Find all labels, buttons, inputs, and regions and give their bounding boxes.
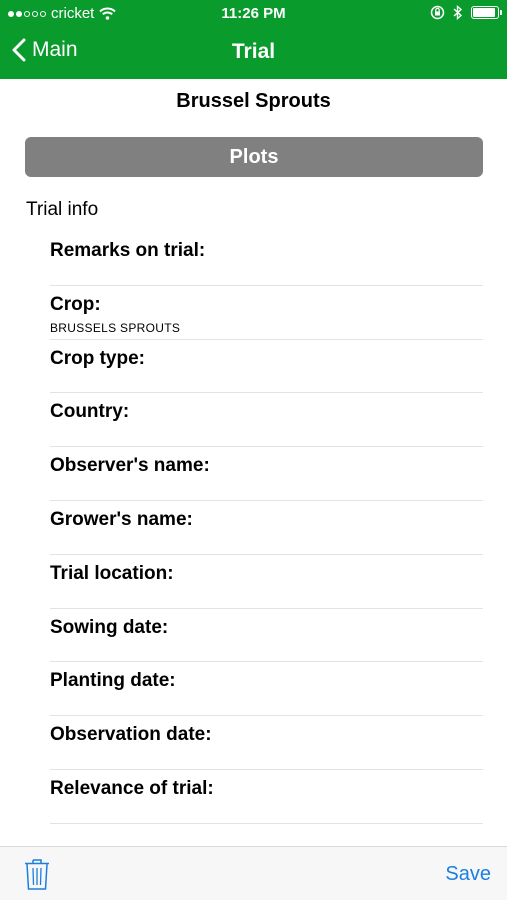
- field-label: Relevance of trial:: [50, 777, 214, 799]
- header-bar: cricket 11:26 PM Main Trial: [0, 0, 507, 79]
- field-grower-name[interactable]: Grower's name:: [50, 501, 483, 555]
- field-country[interactable]: Country:: [50, 393, 483, 448]
- field-label: Planting date:: [50, 670, 176, 692]
- field-label: Crop type:: [50, 347, 145, 369]
- save-button[interactable]: Save: [445, 863, 491, 886]
- bottom-toolbar: Save: [0, 846, 507, 900]
- field-observation-date[interactable]: Observation date:: [50, 716, 483, 770]
- field-label: Remarks on trial:: [50, 240, 206, 261]
- status-bar: cricket 11:26 PM: [0, 0, 507, 28]
- battery-icon: [471, 6, 502, 19]
- page-subtitle: Brussel Sprouts: [176, 90, 331, 112]
- status-right-group: [430, 5, 502, 20]
- field-label: Observation date:: [50, 724, 212, 746]
- field-crop-type[interactable]: Crop type:: [50, 340, 483, 394]
- field-label: Observer's name:: [50, 455, 210, 477]
- plots-button[interactable]: Plots: [25, 137, 483, 177]
- field-label: Grower's name:: [50, 508, 193, 530]
- field-remarks[interactable]: Remarks on trial:: [50, 232, 483, 286]
- field-observer-name[interactable]: Observer's name:: [50, 447, 483, 501]
- field-sowing-date[interactable]: Sowing date:: [50, 609, 483, 663]
- trash-icon[interactable]: [24, 857, 50, 891]
- field-relevance[interactable]: Relevance of trial:: [50, 770, 483, 824]
- field-crop[interactable]: Crop: BRUSSELS SPROUTS: [50, 286, 483, 340]
- field-trial-location[interactable]: Trial location:: [50, 555, 483, 609]
- trial-info-list: Remarks on trial: Crop: BRUSSELS SPROUTS…: [50, 232, 483, 824]
- field-label: Country:: [50, 401, 130, 423]
- field-label: Sowing date:: [50, 616, 169, 638]
- field-planting-date[interactable]: Planting date:: [50, 662, 483, 717]
- navigation-bar: Main Trial: [0, 28, 507, 79]
- field-label: Crop:: [50, 293, 101, 315]
- field-value: BRUSSELS SPROUTS: [50, 320, 181, 335]
- section-label: Trial info: [26, 199, 99, 220]
- field-label: Trial location:: [50, 562, 174, 584]
- bluetooth-icon: [453, 5, 463, 20]
- nav-title: Trial: [231, 40, 276, 63]
- orientation-lock-icon: [430, 5, 445, 20]
